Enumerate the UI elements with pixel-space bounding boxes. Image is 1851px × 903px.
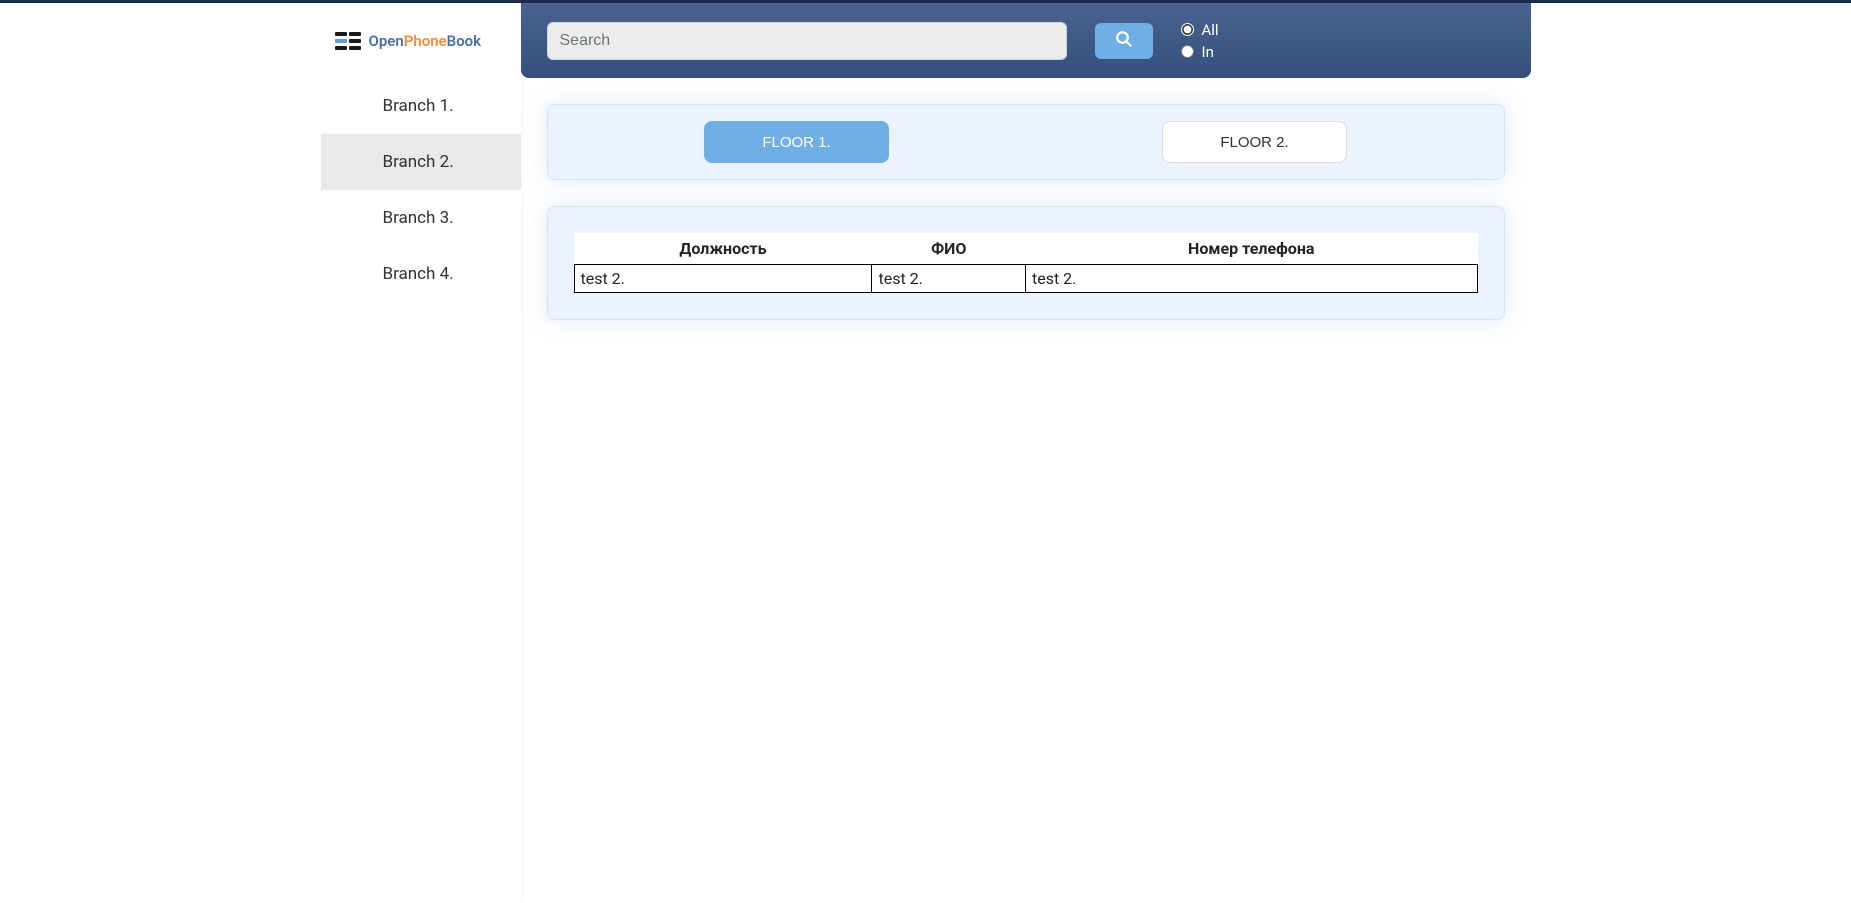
logo-text: OpenPhoneBook: [369, 32, 482, 50]
logo: OpenPhoneBook: [321, 3, 521, 78]
sidebar-item-branch-1[interactable]: Branch 1.: [321, 78, 521, 134]
topbar: All In: [521, 3, 1531, 78]
floors-panel: FLOOR 1. FLOOR 2.: [547, 104, 1505, 180]
logo-phone: Phone: [404, 32, 447, 50]
floor-tab-2[interactable]: FLOOR 2.: [1162, 121, 1347, 163]
col-header-position: Должность: [574, 233, 872, 265]
branch-list: Branch 1. Branch 2. Branch 3. Branch 4.: [321, 78, 521, 302]
search-button[interactable]: [1095, 23, 1153, 59]
logo-icon: [335, 32, 363, 50]
contacts-table: Должность ФИО Номер телефона test 2. tes…: [574, 233, 1478, 293]
table-header-row: Должность ФИО Номер телефона: [574, 233, 1477, 265]
radio-all[interactable]: All: [1181, 21, 1219, 39]
table-panel: Должность ФИО Номер телефона test 2. tes…: [547, 206, 1505, 320]
cell-phone: test 2.: [1025, 265, 1477, 293]
cell-name: test 2.: [872, 265, 1026, 293]
radio-all-label: All: [1202, 21, 1219, 39]
main-content: All In FLOOR 1. FLOOR 2. Должность: [521, 3, 1531, 903]
cell-position: test 2.: [574, 265, 872, 293]
col-header-name: ФИО: [872, 233, 1026, 265]
radio-in-label: In: [1202, 43, 1214, 61]
radio-in-input[interactable]: [1181, 45, 1194, 58]
col-header-phone: Номер телефона: [1025, 233, 1477, 265]
sidebar-item-branch-2[interactable]: Branch 2.: [321, 134, 521, 190]
sidebar-item-branch-4[interactable]: Branch 4.: [321, 246, 521, 302]
radio-in[interactable]: In: [1181, 43, 1219, 61]
content-area: FLOOR 1. FLOOR 2. Должность ФИО Номер те…: [521, 78, 1531, 346]
search-icon: [1115, 30, 1133, 51]
radio-all-input[interactable]: [1181, 23, 1194, 36]
logo-open: Open: [369, 32, 404, 50]
logo-book: Book: [447, 32, 481, 50]
table-row[interactable]: test 2. test 2. test 2.: [574, 265, 1477, 293]
floor-tab-1[interactable]: FLOOR 1.: [704, 121, 889, 163]
sidebar-item-branch-3[interactable]: Branch 3.: [321, 190, 521, 246]
search-input[interactable]: [547, 22, 1067, 60]
search-scope-radios: All In: [1181, 21, 1219, 61]
sidebar: OpenPhoneBook Branch 1. Branch 2. Branch…: [321, 3, 521, 903]
